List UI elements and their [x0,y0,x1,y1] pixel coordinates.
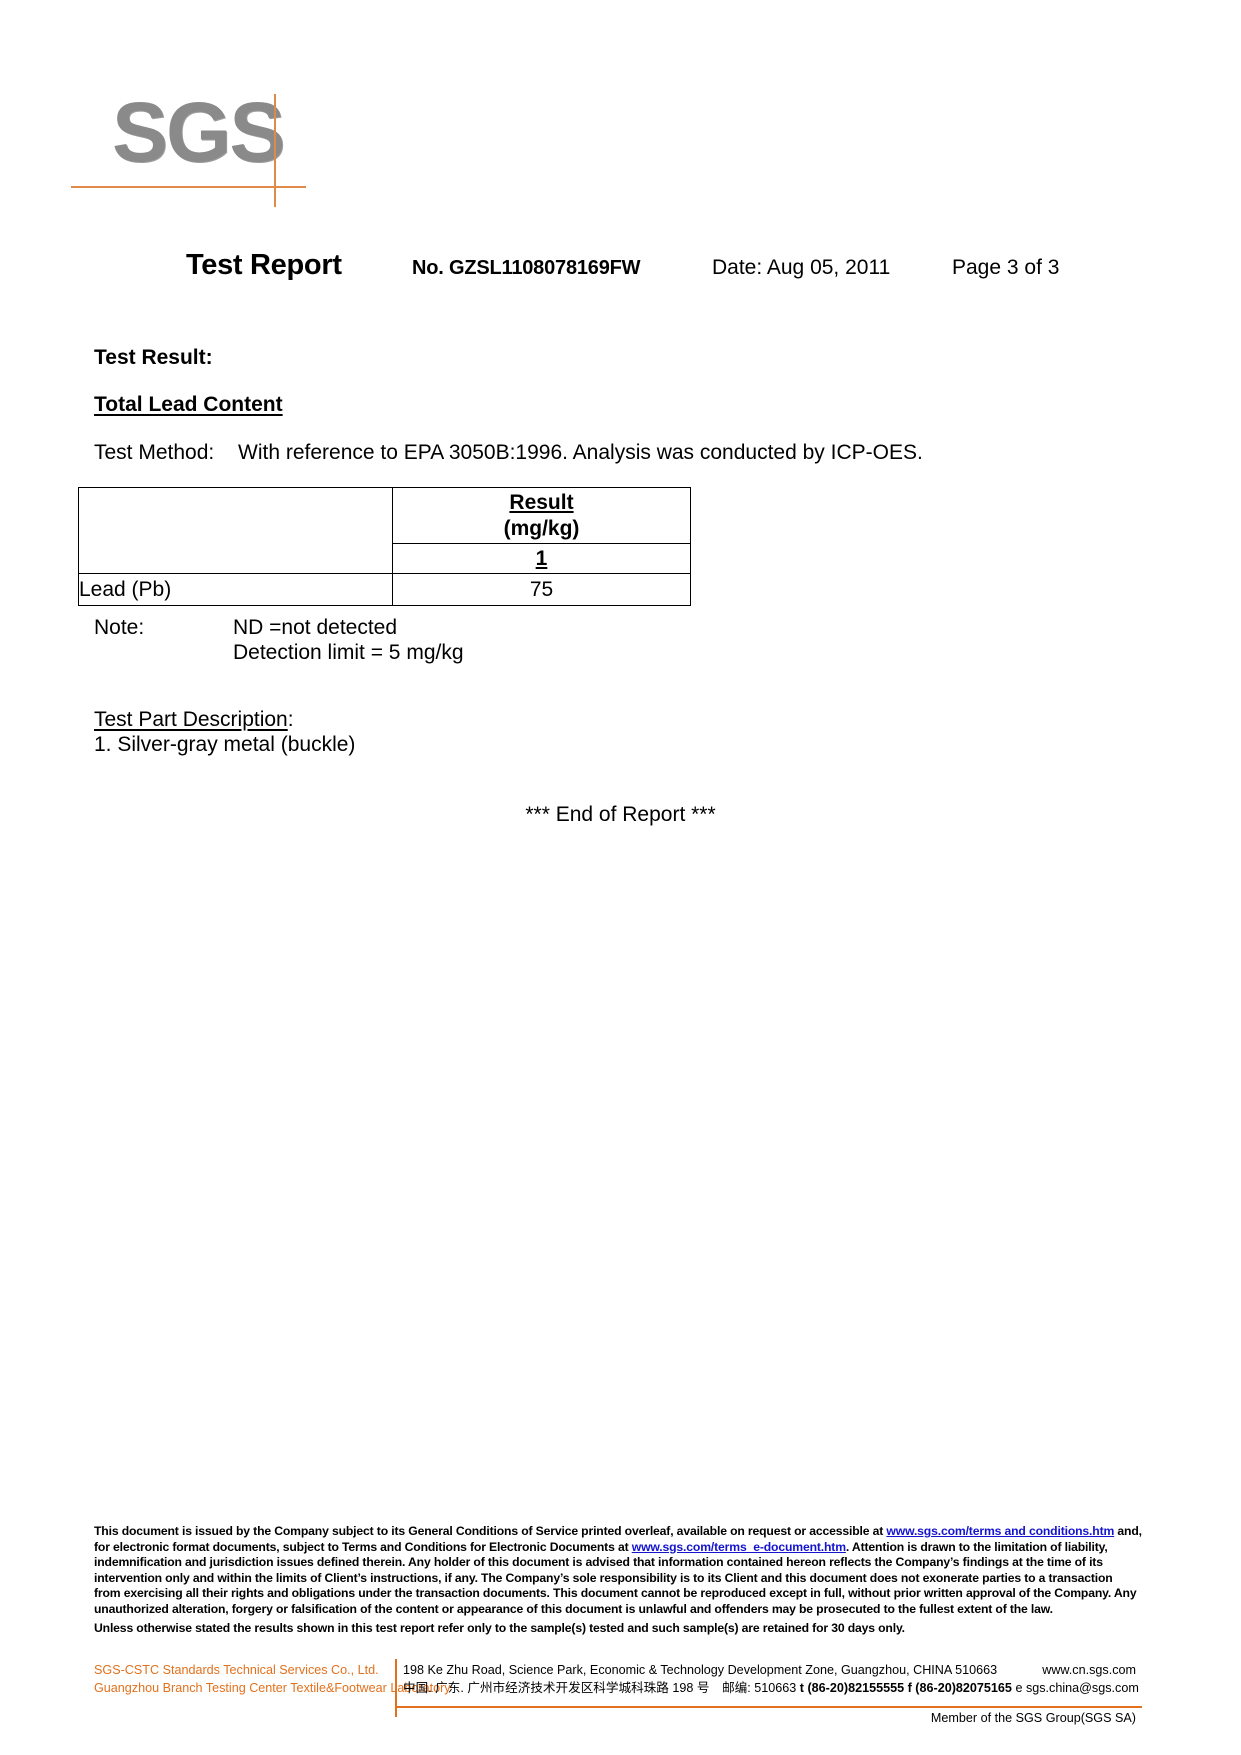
test-part-description-item: 1. Silver-gray metal (buckle) [94,733,356,756]
footer-company-line-1: SGS-CSTC Standards Technical Services Co… [94,1663,379,1677]
test-part-description-heading-colon: : [287,708,294,731]
table-sample-index-cell: 1 [392,543,691,574]
table-sample-index-value: 1 [535,546,548,570]
end-of-report-marker: *** End of Report *** [525,803,716,826]
note-line-nd: ND =not detected [233,616,398,639]
report-header: Test Report No. GZSL1108078169FW Date: A… [0,249,1241,293]
footer-company-name: SGS-CSTC Standards Technical Services Co… [94,1661,451,1698]
footer-address-en-text: 198 Ke Zhu Road, Science Park, Economic … [403,1663,998,1677]
footer-vertical-rule [395,1659,397,1717]
footer-legal-paragraph-2: Unless otherwise stated the results show… [94,1620,905,1635]
sgs-logo: SGS [71,90,336,209]
footer-website[interactable]: www.cn.sgs.com [1042,1661,1136,1679]
report-date: Date: Aug 05, 2011 [712,256,891,279]
table-header-result-label: Result [509,491,574,515]
footer-legal-text-a: This document is issued by the Company s… [94,1524,887,1538]
footer-email[interactable]: e sgs.china@sgs.com [1015,1681,1138,1695]
test-part-description-heading-text: Test Part Description [94,708,288,731]
test-part-description-heading: Test Part Description: [94,707,294,733]
table-row: Lead (Pb) 75 [78,573,691,606]
footer-address-cn-text: 中国. 广东. 广州市经济技术开发区科学城科珠路 198 号 邮编: 51066… [403,1681,797,1696]
report-number: No. GZSL1108078169FW [412,257,641,279]
footer-company-line-2: Guangzhou Branch Testing Center Textile&… [94,1681,451,1696]
table-header-result-unit: (mg/kg) [503,516,580,540]
footer-legal-paragraph-1: This document is issued by the Company s… [94,1524,1142,1618]
footer-address-block: SGS-CSTC Standards Technical Services Co… [94,1659,1142,1739]
footer-address-line-cn: 中国. 广东. 广州市经济技术开发区科学城科珠路 198 号 邮编: 51066… [403,1679,1142,1697]
note-line-detection-limit: Detection limit = 5 mg/kg [233,641,464,664]
logo-horizontal-rule [71,186,306,188]
table-cell-analyte: Lead (Pb) [78,573,393,606]
footer-fax: f (86-20)82075165 [907,1681,1012,1696]
table-cell-result: 75 [392,573,691,606]
footer-legal-text: This document is issued by the Company s… [94,1524,1142,1636]
sgs-logo-wordmark: SGS [112,85,285,179]
table-header-blank-cell [78,487,393,574]
test-method-value: With reference to EPA 3050B:1996. Analys… [238,441,923,464]
page-number: Page 3 of 3 [952,256,1060,279]
footer-telephone: t (86-20)82155555 [799,1681,905,1696]
results-table: Result (mg/kg) 1 Lead (Pb) 75 [78,487,691,606]
test-method-label: Test Method: [94,441,215,464]
footer-edocument-link[interactable]: www.sgs.com/terms_e-document.htm [632,1540,846,1554]
test-result-heading: Test Result: [94,346,213,369]
table-header-row: Result (mg/kg) [78,487,691,574]
logo-vertical-rule [274,94,276,207]
footer-terms-link[interactable]: www.sgs.com/terms and conditions.htm [886,1524,1114,1538]
table-header-result-cell: Result (mg/kg) [392,487,691,544]
footer-member-note: Member of the SGS Group(SGS SA) [930,1711,1136,1725]
note-label: Note: [94,616,145,639]
footer-address-line-en: 198 Ke Zhu Road, Science Park, Economic … [403,1661,1142,1679]
section-heading-total-lead-content: Total Lead Content [94,393,283,416]
footer-horizontal-rule [395,1706,1142,1708]
footer-contact-details: 198 Ke Zhu Road, Science Park, Economic … [403,1661,1142,1698]
page-title: Test Report [186,249,342,281]
